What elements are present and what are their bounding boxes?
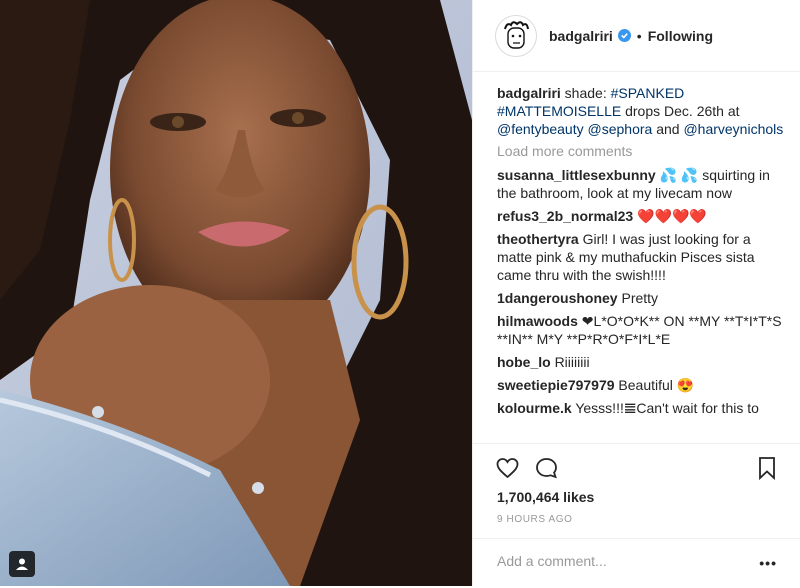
comment-username[interactable]: sweetiepie797979 [497, 377, 615, 393]
hashtag-link[interactable]: #MATTEMOISELLE [497, 103, 621, 119]
comment-username[interactable]: theothertyra [497, 231, 579, 247]
mention-link[interactable]: @sephora [588, 121, 653, 137]
verified-badge-icon [617, 29, 631, 42]
comment-username[interactable]: hilmawoods [497, 313, 578, 329]
comment-username[interactable]: susanna_littlesexbunny [497, 167, 656, 183]
post-sidebar: badgalriri • Following badgalriri shade:… [472, 0, 800, 586]
bookmark-icon[interactable] [757, 456, 777, 481]
likes-count[interactable]: 1,700,464 likes [497, 489, 594, 505]
comment-item: sweetiepie797979 Beautiful 😍 [497, 376, 787, 394]
comment-username[interactable]: 1dangeroushoney [497, 290, 618, 306]
post-actions: 1,700,464 likes 9 HOURS AGO ••• [473, 443, 800, 587]
mention-link[interactable]: @fentybeauty [497, 121, 584, 137]
load-more-comments-button[interactable]: Load more comments [497, 142, 787, 160]
portrait-image [0, 0, 472, 586]
comment-item: refus3_2b_normal23 ❤️❤️❤️❤️ [497, 207, 787, 225]
following-button[interactable]: Following [648, 28, 713, 44]
mention-link[interactable]: @harveynichols [683, 121, 783, 137]
comment-item: theothertyra Girl! I was just looking fo… [497, 230, 787, 284]
speech-bubble-icon[interactable] [534, 456, 559, 480]
hashtag-link[interactable]: #SPANKED [611, 85, 685, 101]
comments-list[interactable]: badgalriri shade: #SPANKED #MATTEMOISELL… [497, 84, 787, 443]
comment-username[interactable]: hobe_lo [497, 354, 551, 370]
comment-item: hilmawoods ❤L*O*O*K** ON **MY **T*I*T*S … [497, 312, 787, 348]
add-comment-input[interactable] [497, 553, 737, 569]
header-username[interactable]: badgalriri [549, 28, 613, 44]
comment-text: Beautiful 😍 [618, 377, 695, 393]
comment-text: Pretty [621, 290, 659, 306]
caption-text: shade: [560, 85, 611, 101]
caption-text: and [652, 121, 684, 137]
caption-text: drops Dec. 26th at [621, 103, 740, 119]
separator-dot: • [636, 27, 642, 44]
comment-text: Yesss!!!𝌆Can't wait for this to [575, 400, 759, 416]
more-options-button[interactable]: ••• [759, 555, 777, 571]
caption: badgalriri shade: #SPANKED #MATTEMOISELL… [497, 84, 787, 138]
avatar[interactable] [495, 14, 537, 57]
post-timestamp[interactable]: 9 HOURS AGO [497, 514, 573, 525]
comment-username[interactable]: kolourme.k [497, 400, 572, 416]
comment-item: hobe_lo Riiiiiiii [497, 353, 787, 371]
comment-item: susanna_littlesexbunny 💦 💦 squirting in … [497, 166, 787, 202]
comment-item: 1dangeroushoney Pretty [497, 289, 787, 307]
heart-outline-icon[interactable] [495, 456, 520, 480]
tagged-people-button[interactable] [9, 551, 35, 577]
post-photo[interactable] [0, 0, 472, 586]
post-header: badgalriri • Following [473, 0, 800, 72]
avatar-face-icon [504, 20, 529, 49]
comment-text: ❤️❤️❤️❤️ [637, 208, 707, 224]
add-comment-row: ••• [473, 538, 800, 588]
caption-username[interactable]: badgalriri [497, 85, 561, 101]
comment-text: Riiiiiiii [554, 354, 590, 370]
comment-username[interactable]: refus3_2b_normal23 [497, 208, 633, 224]
comment-item: kolourme.k Yesss!!!𝌆Can't wait for this … [497, 399, 787, 417]
person-tag-icon [16, 558, 28, 570]
